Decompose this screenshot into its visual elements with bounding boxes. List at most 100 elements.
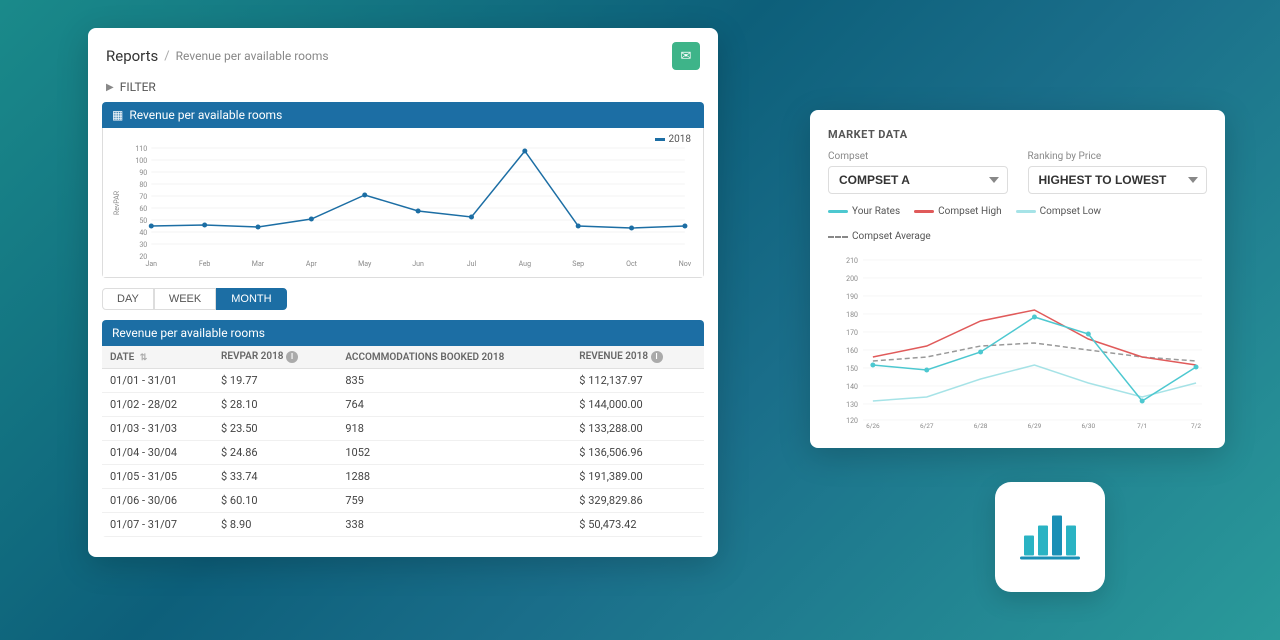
svg-text:140: 140 (846, 383, 858, 391)
cell-revpar: $ 8.90 (213, 513, 337, 537)
week-button[interactable]: WEEK (154, 288, 216, 310)
svg-text:Aug: Aug (519, 259, 531, 268)
svg-text:190: 190 (846, 293, 858, 301)
compset-filter-group: Compset COMPSET A COMPSET B COMPSET C (828, 151, 1008, 194)
svg-text:RevPAR: RevPAR (112, 190, 121, 215)
col-accommodations[interactable]: ACCOMMODATIONS BOOKED 2018 (337, 346, 571, 369)
legend-your-rates-label: Your Rates (852, 206, 900, 217)
svg-text:170: 170 (846, 329, 858, 337)
legend-line-compset-high (914, 210, 934, 213)
sort-icon-date: ⇅ (140, 353, 148, 363)
cell-accommodations: 764 (337, 393, 571, 417)
breadcrumb-slash: / (164, 49, 169, 64)
cell-revpar: $ 19.77 (213, 369, 337, 393)
cell-revpar: $ 23.50 (213, 417, 337, 441)
cell-revenue: $ 329,829.86 (571, 489, 704, 513)
svg-text:50: 50 (139, 216, 147, 225)
chart-area: 2018 110 100 90 80 70 60 50 (102, 128, 704, 278)
svg-text:70: 70 (139, 192, 147, 201)
legend-compset-avg-label: Compset Average (852, 231, 931, 242)
reports-subtitle: Revenue per available rooms (176, 49, 329, 63)
legend-line-compset-low (1016, 210, 1036, 213)
cell-revenue: $ 136,506.96 (571, 441, 704, 465)
reports-card: Reports / Revenue per available rooms ✉ … (88, 28, 718, 557)
table-row: 01/07 - 31/07 $ 8.90 338 $ 50,473.42 (102, 513, 704, 537)
chart-title: Revenue per available rooms (129, 108, 282, 122)
table-row: 01/04 - 30/04 $ 24.86 1052 $ 136,506.96 (102, 441, 704, 465)
svg-text:Feb: Feb (199, 259, 211, 268)
cell-accommodations: 1052 (337, 441, 571, 465)
cell-revpar: $ 33.74 (213, 465, 337, 489)
filter-row[interactable]: ▶ FILTER (88, 80, 718, 102)
legend-compset-high-label: Compset High (938, 206, 1002, 217)
svg-text:6/28: 6/28 (974, 422, 988, 430)
svg-text:120: 120 (846, 417, 858, 425)
svg-text:6/30: 6/30 (1082, 422, 1096, 430)
cell-revpar: $ 28.10 (213, 393, 337, 417)
cell-accommodations: 1288 (337, 465, 571, 489)
svg-text:30: 30 (139, 240, 147, 249)
period-buttons: DAY WEEK MONTH (102, 288, 704, 310)
ranking-select[interactable]: HIGHEST TO LOWEST LOWEST TO HIGHEST (1028, 166, 1208, 194)
svg-text:150: 150 (846, 365, 858, 373)
revenue-table: DATE ⇅ REVPAR 2018 i ACCOMMODATIONS BOOK… (102, 346, 704, 537)
svg-text:110: 110 (135, 144, 147, 153)
legend-dot (655, 138, 665, 141)
month-button[interactable]: MONTH (216, 288, 286, 310)
day-button[interactable]: DAY (102, 288, 154, 310)
revenue-table-section: Revenue per available rooms DATE ⇅ REVPA… (102, 320, 704, 537)
compset-select[interactable]: COMPSET A COMPSET B COMPSET C (828, 166, 1008, 194)
svg-text:130: 130 (846, 401, 858, 409)
table-header-row: DATE ⇅ REVPAR 2018 i ACCOMMODATIONS BOOK… (102, 346, 704, 369)
reports-header: Reports / Revenue per available rooms ✉ (88, 28, 718, 80)
svg-text:7/1: 7/1 (1137, 422, 1147, 430)
legend-compset-high: Compset High (914, 206, 1002, 217)
col-revpar[interactable]: REVPAR 2018 i (213, 346, 337, 369)
table-row: 01/06 - 30/06 $ 60.10 759 $ 329,829.86 (102, 489, 704, 513)
cell-accommodations: 835 (337, 369, 571, 393)
legend-compset-low: Compset Low (1016, 206, 1101, 217)
svg-text:100: 100 (135, 156, 147, 165)
svg-text:40: 40 (139, 228, 147, 237)
cell-date: 01/03 - 31/03 (102, 417, 213, 441)
legend-compset-average: Compset Average (828, 231, 931, 242)
svg-text:160: 160 (846, 347, 858, 355)
cell-revpar: $ 60.10 (213, 489, 337, 513)
market-data-title: MARKET DATA (828, 128, 1207, 141)
col-revenue[interactable]: REVENUE 2018 i (571, 346, 704, 369)
compset-label: Compset (828, 151, 1008, 162)
legend-line-your-rates (828, 210, 848, 213)
bar-chart-icon (1020, 505, 1080, 569)
email-button[interactable]: ✉ (672, 42, 700, 70)
svg-text:6/29: 6/29 (1028, 422, 1042, 430)
table-row: 01/02 - 28/02 $ 28.10 764 $ 144,000.00 (102, 393, 704, 417)
cell-revpar: $ 24.86 (213, 441, 337, 465)
chart-header-bar: ▦ Revenue per available rooms (102, 102, 704, 128)
svg-text:Apr: Apr (306, 259, 318, 268)
svg-text:180: 180 (846, 311, 858, 319)
cell-accommodations: 918 (337, 417, 571, 441)
market-chart-area: 210 200 190 180 170 160 150 140 130 120 (828, 250, 1207, 430)
svg-text:200: 200 (846, 275, 858, 283)
info-icon-revenue[interactable]: i (651, 351, 663, 363)
chart-bar-icon: ▦ (112, 108, 123, 122)
filter-label: FILTER (120, 80, 156, 94)
svg-text:Mar: Mar (252, 259, 265, 268)
col-date[interactable]: DATE ⇅ (102, 346, 213, 369)
info-icon-revpar[interactable]: i (286, 351, 298, 363)
chart-legend: 2018 (655, 134, 691, 145)
cell-revenue: $ 112,137.97 (571, 369, 704, 393)
ranking-filter-group: Ranking by Price HIGHEST TO LOWEST LOWES… (1028, 151, 1208, 194)
svg-text:Jun: Jun (412, 259, 424, 268)
legend-your-rates: Your Rates (828, 206, 900, 217)
cell-revenue: $ 50,473.42 (571, 513, 704, 537)
bar-chart-icon-card (995, 482, 1105, 592)
filter-chevron-icon: ▶ (106, 82, 114, 93)
market-filters: Compset COMPSET A COMPSET B COMPSET C Ra… (828, 151, 1207, 194)
svg-text:Nov: Nov (679, 259, 692, 268)
table-row: 01/03 - 31/03 $ 23.50 918 $ 133,288.00 (102, 417, 704, 441)
svg-text:Oct: Oct (626, 259, 638, 268)
cell-date: 01/02 - 28/02 (102, 393, 213, 417)
cell-date: 01/07 - 31/07 (102, 513, 213, 537)
svg-text:May: May (358, 259, 372, 268)
